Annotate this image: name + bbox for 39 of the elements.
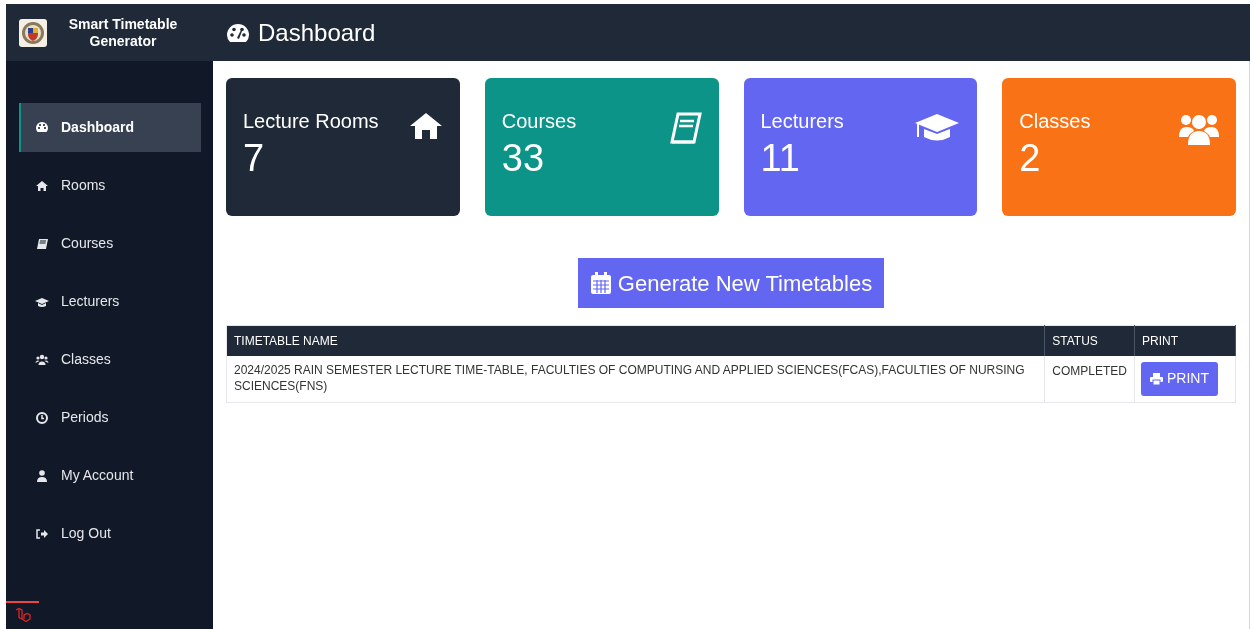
- sidebar-item[interactable]: Rooms: [19, 161, 201, 210]
- card-count: 2: [1019, 136, 1042, 181]
- sidebar-item[interactable]: Log Out: [19, 509, 201, 558]
- card-label: Classes: [1019, 109, 1091, 133]
- card-count: 7: [243, 136, 266, 181]
- sidebar-item[interactable]: My Account: [19, 451, 201, 500]
- sidebar-item[interactable]: Classes: [19, 335, 201, 384]
- table-cell: COMPLETED: [1044, 355, 1135, 402]
- sign-out-icon: [35, 526, 49, 541]
- dashboard-icon: [226, 21, 250, 44]
- card-count: 33: [501, 136, 546, 181]
- home-icon: [408, 111, 443, 141]
- card-label: Courses: [501, 109, 577, 133]
- framework-logo-icon: [13, 607, 32, 625]
- clock-icon: [35, 410, 49, 425]
- book-icon: [35, 236, 49, 251]
- column-header: STATUS: [1044, 325, 1135, 356]
- crest-logo: [18, 17, 48, 48]
- calendar-icon: [589, 271, 612, 295]
- home-icon: [35, 178, 49, 193]
- user-icon: [35, 468, 49, 483]
- card-label: Lecturers: [760, 109, 844, 133]
- column-header: TIMETABLE NAME: [226, 325, 1045, 356]
- page-title: Dashboard: [258, 17, 376, 48]
- dashboard-icon: [35, 120, 49, 135]
- printer-icon: [1150, 372, 1163, 385]
- card-label: Lecture Rooms: [243, 109, 379, 133]
- print-button[interactable]: PRINT: [1141, 361, 1218, 396]
- book-icon: [667, 111, 702, 145]
- column-header: PRINT: [1134, 325, 1236, 356]
- app-title: Smart Timetable Generator: [67, 15, 179, 50]
- sidebar-item[interactable]: Dashboard: [19, 103, 201, 152]
- sidebar-item[interactable]: Lecturers: [19, 277, 201, 326]
- sidebar-item[interactable]: Periods: [19, 393, 201, 442]
- generate-timetables-button[interactable]: Generate New Timetables: [577, 258, 885, 308]
- table-cell: 2024/2025 RAIN SEMESTER LECTURE TIME-TABLE, FACULTIES OF COMPUTING AND APPLIED SCIENCES(FCAS),FACULTIES OF NURSING SCIENCES(FNS): [226, 355, 1045, 402]
- card-count: 11: [760, 136, 801, 181]
- sidebar-item[interactable]: Courses: [19, 219, 201, 268]
- users-icon: [35, 352, 49, 367]
